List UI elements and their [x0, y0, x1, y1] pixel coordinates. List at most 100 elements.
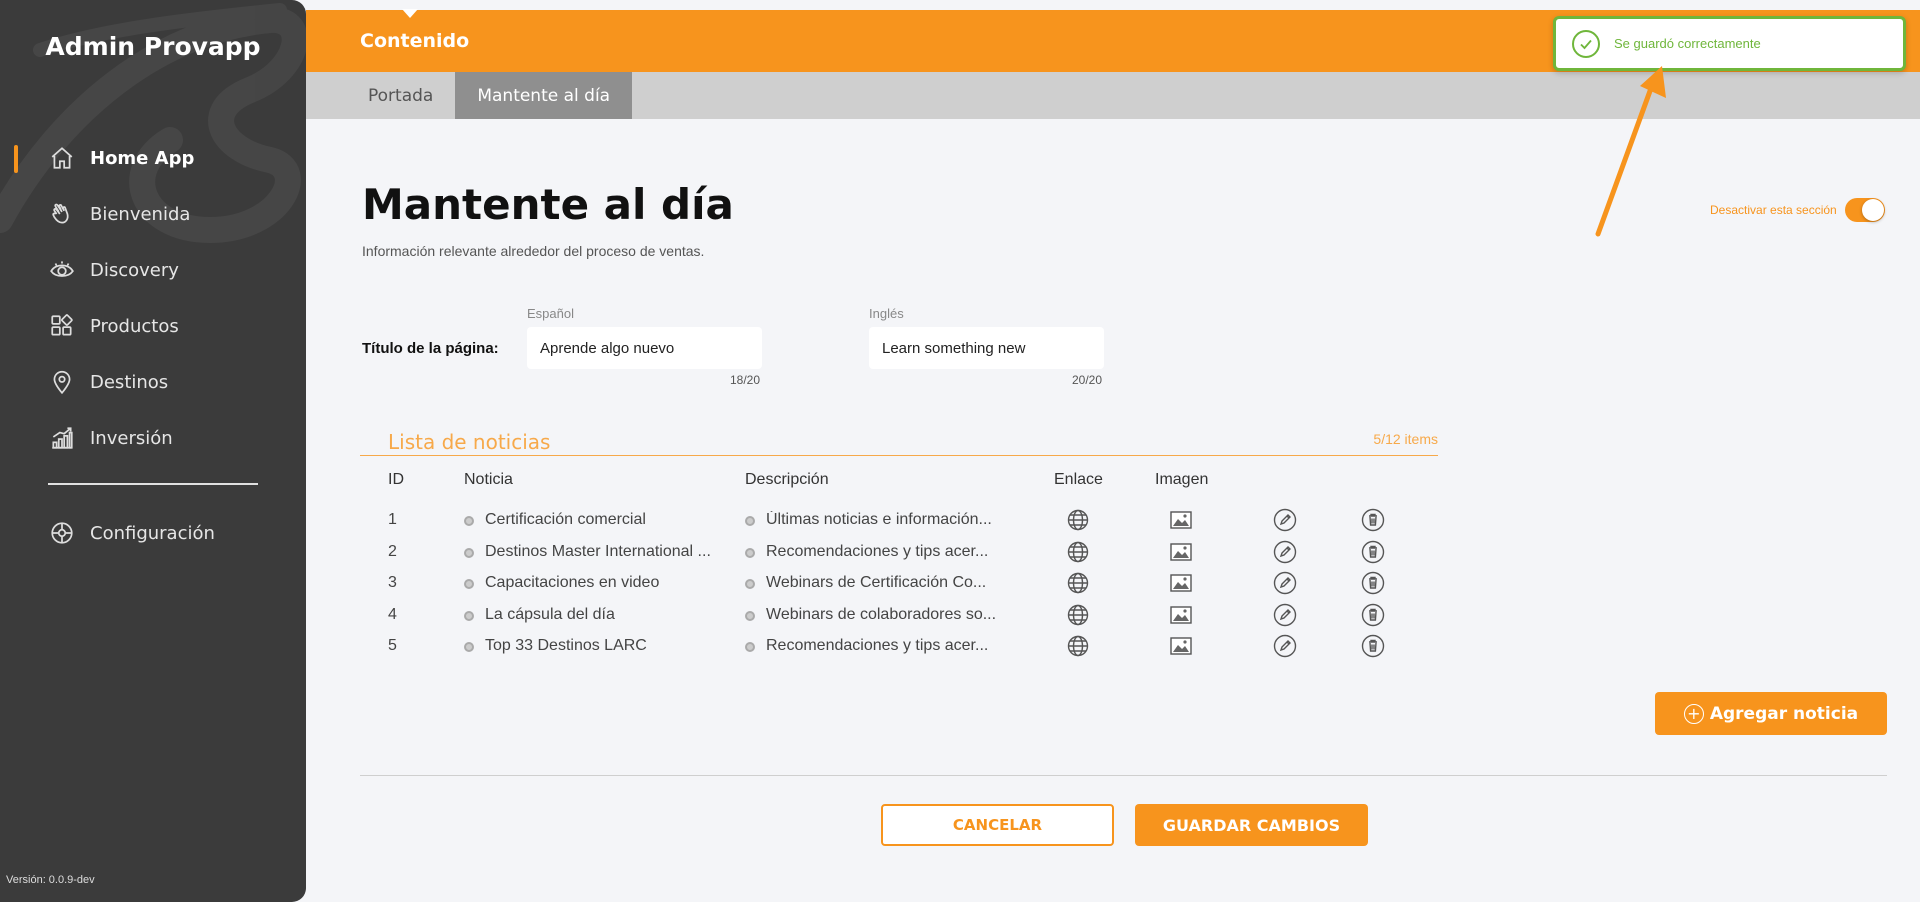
sidebar-item-discovery[interactable]: Discovery	[0, 242, 306, 298]
growth-chart-icon	[48, 424, 76, 452]
delete-icon[interactable]	[1360, 633, 1386, 659]
bullet-icon	[464, 547, 474, 558]
table-row: 1 Certificación comercial Últimas noticias…	[360, 505, 1460, 536]
add-news-label: Agregar noticia	[1709, 703, 1859, 724]
tab-mantente-al-dia[interactable]: Mantente al día	[455, 72, 633, 119]
english-title-input[interactable]	[869, 327, 1104, 369]
news-list-count: 5/12 items	[1373, 431, 1438, 447]
spanish-title-input[interactable]	[527, 327, 762, 369]
bullet-icon	[745, 516, 755, 526]
delete-icon[interactable]	[1360, 570, 1386, 596]
section-toggle-switch[interactable]	[1844, 198, 1885, 222]
sidebar-item-label: Discovery	[90, 259, 179, 281]
row-descripcion: Webinars de Certificación Co...	[766, 574, 987, 591]
header-caret-icon	[402, 9, 418, 18]
image-icon[interactable]	[1168, 570, 1194, 596]
sidebar-item-label: Productos	[90, 315, 179, 337]
row-descripcion: Últimas noticias e información...	[766, 511, 992, 528]
sidebar-item-label: Destinos	[90, 371, 169, 393]
row-noticia: Destinos Master International ...	[485, 542, 711, 560]
sidebar-config: Configuración	[0, 505, 306, 561]
map-pin-icon	[48, 368, 76, 396]
globe-icon[interactable]	[1065, 633, 1091, 659]
table-row: 4 La cápsula del día Webinars de colaborad…	[360, 600, 1460, 631]
table-row: 3 Capacitaciones en video Webinars de Cert…	[360, 568, 1460, 599]
row-id: 3	[388, 574, 397, 591]
sidebar-divider	[48, 483, 258, 485]
row-descripcion: Recomendaciones y tips acer...	[766, 542, 989, 560]
annotation-arrow-icon	[1595, 66, 1666, 237]
delete-icon[interactable]	[1360, 602, 1386, 628]
row-noticia: Top 33 Destinos LARC	[485, 637, 647, 654]
bullet-icon	[745, 579, 755, 589]
edit-icon[interactable]	[1272, 602, 1298, 628]
sidebar-nav: Home App Bienvenida Discovery Productos …	[0, 130, 306, 466]
delete-icon[interactable]	[1360, 539, 1386, 565]
edit-icon[interactable]	[1272, 539, 1298, 565]
edit-icon[interactable]	[1272, 633, 1298, 659]
news-list-title: Lista de noticias	[388, 430, 551, 454]
app-brand: Admin Provapp	[45, 32, 261, 61]
globe-icon[interactable]	[1065, 507, 1091, 533]
image-icon[interactable]	[1168, 602, 1194, 628]
edit-icon[interactable]	[1272, 570, 1298, 596]
cancel-button[interactable]: CANCELAR	[881, 804, 1114, 846]
image-icon[interactable]	[1168, 539, 1194, 565]
grid-icon	[48, 312, 76, 340]
sidebar-item-destinos[interactable]: Destinos	[0, 354, 306, 410]
page-title-field-label: Título de la página:	[362, 340, 499, 357]
page-title: Mantente al día	[362, 180, 734, 229]
bullet-icon	[464, 610, 474, 621]
toggle-label: Desactivar esta sección	[1710, 203, 1837, 217]
sidebar: Admin Provapp Home App Bienvenida Discov…	[0, 0, 306, 902]
row-descripcion: Webinars de colaboradores so...	[766, 605, 997, 623]
settings-icon	[48, 519, 76, 547]
sidebar-item-inversion[interactable]: Inversión	[0, 410, 306, 466]
add-news-button[interactable]: + Agregar noticia	[1655, 692, 1887, 735]
toast-message: Se guardó correctamente	[1614, 36, 1761, 51]
sidebar-item-bienvenida[interactable]: Bienvenida	[0, 186, 306, 242]
sidebar-item-label: Configuración	[90, 522, 215, 544]
spanish-lang-label: Español	[527, 306, 574, 321]
tab-portada[interactable]: Portada	[346, 72, 455, 119]
row-id: 5	[388, 637, 397, 654]
sidebar-item-configuracion[interactable]: Configuración	[0, 505, 306, 561]
page-subtitle: Información relevante alrededor del proc…	[362, 243, 705, 259]
col-header-descripcion: Descripción	[745, 471, 829, 488]
globe-icon[interactable]	[1065, 602, 1091, 628]
save-changes-button[interactable]: GUARDAR CAMBIOS	[1135, 804, 1368, 846]
toggle-knob	[1861, 199, 1884, 221]
col-header-id: ID	[388, 471, 404, 488]
waving-hand-icon	[48, 200, 76, 228]
row-id: 4	[388, 605, 397, 623]
image-icon[interactable]	[1168, 633, 1194, 659]
bullet-icon	[745, 642, 755, 652]
spanish-char-counter: 18/20	[730, 373, 761, 387]
header-title: Contenido	[360, 30, 470, 52]
footer-divider	[360, 775, 1887, 776]
news-list-divider	[360, 455, 1438, 456]
edit-icon[interactable]	[1272, 507, 1298, 533]
bullet-icon	[745, 547, 755, 558]
check-icon	[1572, 29, 1600, 58]
row-noticia: Capacitaciones en video	[485, 574, 660, 591]
home-icon	[48, 144, 76, 172]
image-icon[interactable]	[1168, 507, 1194, 533]
sidebar-item-productos[interactable]: Productos	[0, 298, 306, 354]
row-id: 2	[388, 542, 397, 560]
table-row: 5 Top 33 Destinos LARC Recomendaciones y t…	[360, 631, 1460, 662]
delete-icon[interactable]	[1360, 507, 1386, 533]
plus-icon: +	[1683, 703, 1704, 724]
bullet-icon	[464, 642, 474, 652]
row-descripcion: Recomendaciones y tips acer...	[766, 637, 989, 654]
globe-icon[interactable]	[1065, 539, 1091, 565]
sidebar-item-home-app[interactable]: Home App	[0, 130, 306, 186]
english-lang-label: Inglés	[869, 306, 904, 321]
row-id: 1	[388, 511, 397, 528]
sidebar-item-label: Home App	[90, 147, 195, 169]
section-toggle: Desactivar esta sección	[1710, 198, 1885, 222]
bullet-icon	[464, 579, 474, 589]
row-noticia: La cápsula del día	[485, 605, 615, 623]
col-header-noticia: Noticia	[464, 471, 513, 488]
globe-icon[interactable]	[1065, 570, 1091, 596]
